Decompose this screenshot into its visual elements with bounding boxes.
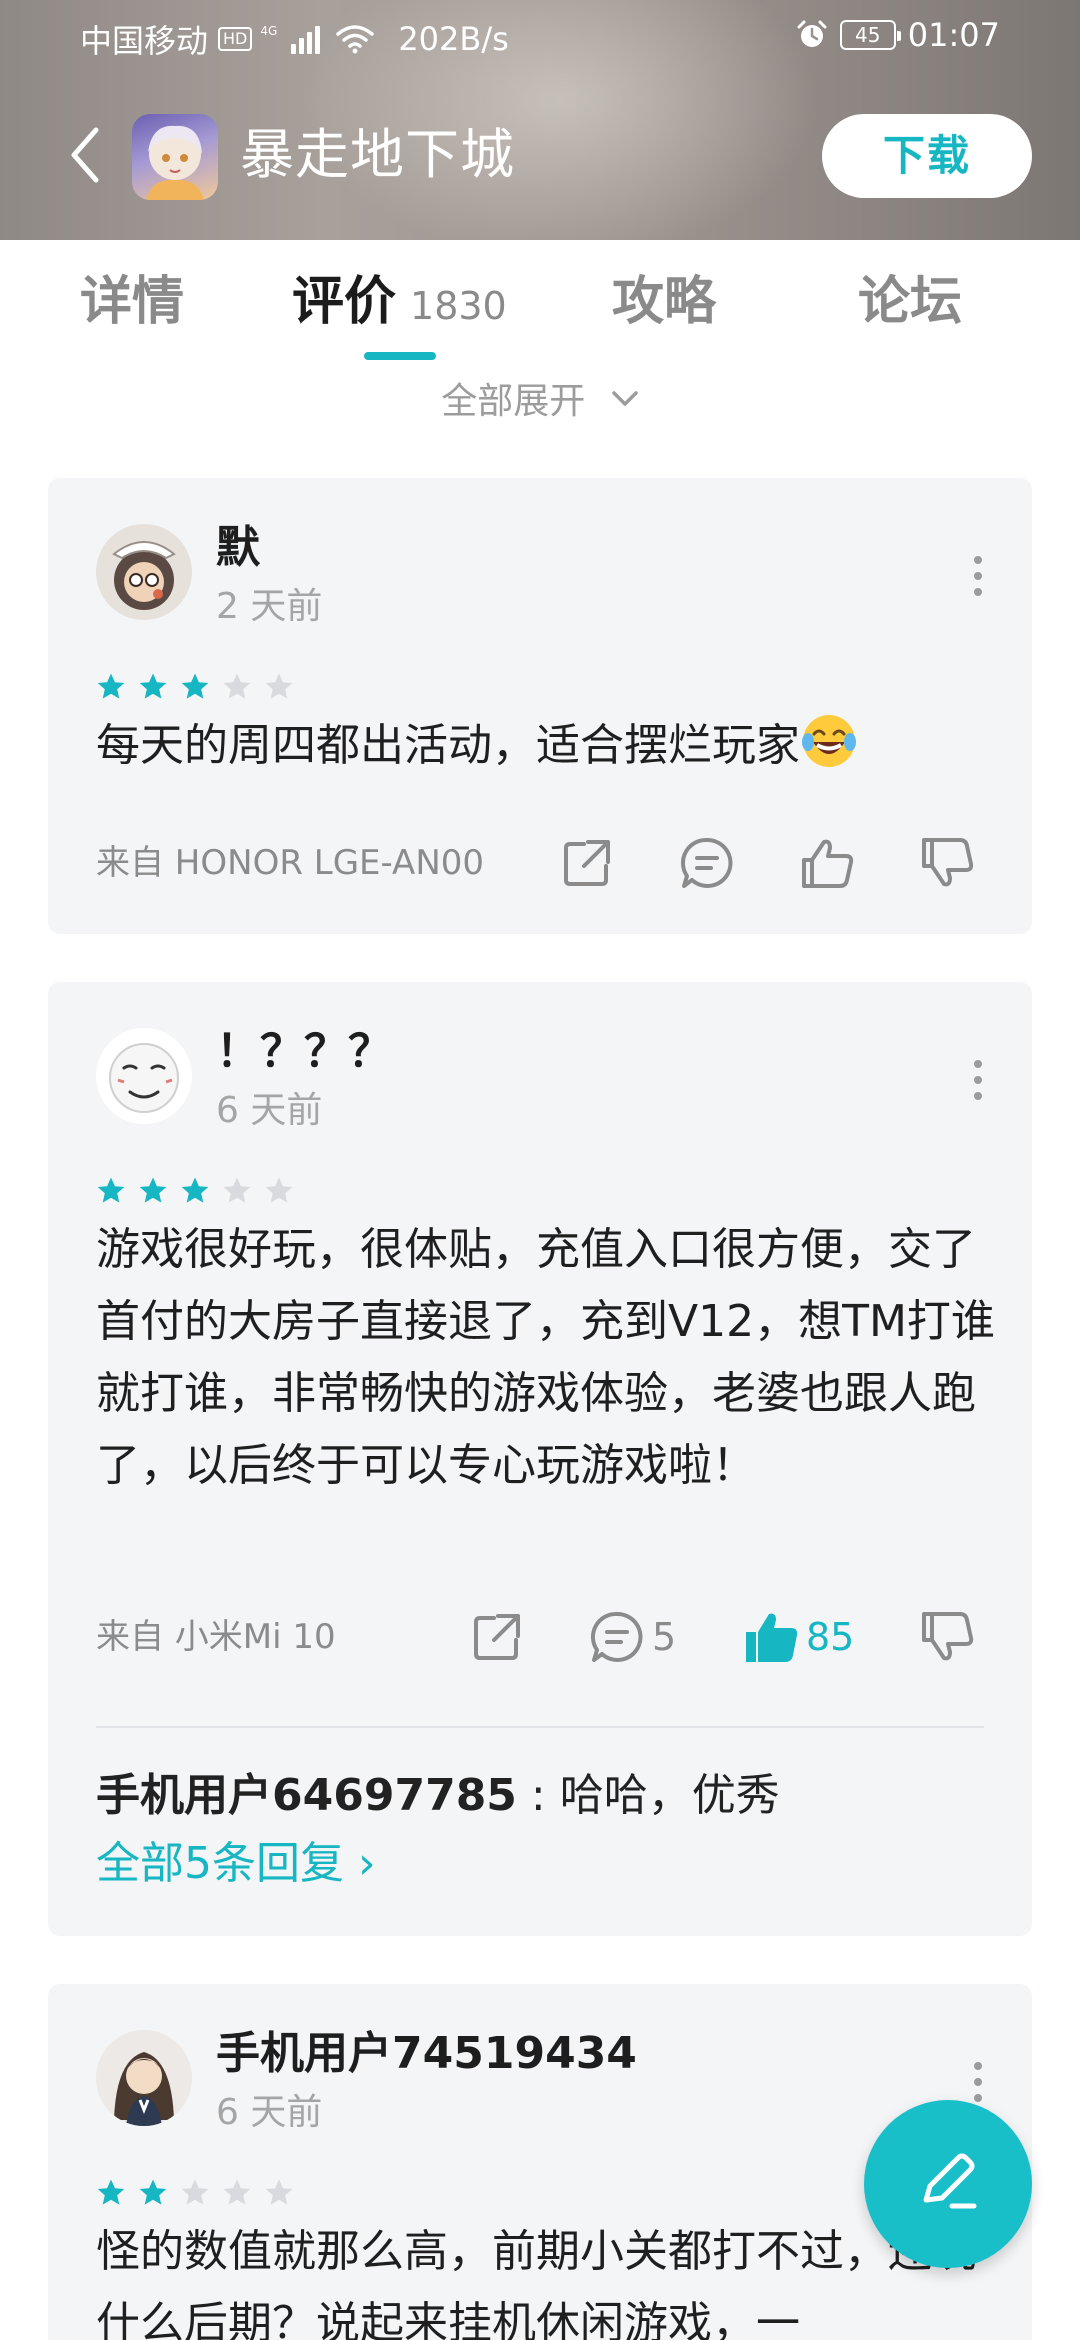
back-arrow-icon [71,127,99,183]
rating-stars [96,672,294,702]
star-empty-icon [265,2179,293,2205]
write-review-button[interactable] [864,2100,1032,2268]
review-text[interactable]: 游戏很好玩，很体贴，充值入口很方便，交了首付的大房子直接退了，充到V12，想TM… [96,1214,996,1502]
share-button[interactable] [558,834,616,892]
star-filled-icon [181,673,209,699]
tab-bar: 详情 评价 1830 攻略 论坛 [0,240,1080,370]
share-icon [564,840,610,886]
download-button[interactable]: 下载 [822,114,1032,198]
review-text[interactable]: 怪的数值就那么高，前期小关都打不过，还玩什么后期？说起来挂机休闲游戏，一 [96,2216,996,2340]
pen-icon [923,2153,977,2209]
star-filled-icon [139,1177,167,1203]
comment-button[interactable]: 5 [588,1608,676,1666]
app-screen: 中国移动 HD 4G 202B/s 45 01:07 暴走地下城 下载 详情 评… [0,0,1080,2340]
thumbs-up-icon [802,839,854,888]
reply-preview[interactable]: 手机用户64697785 : 哈哈，优秀 [96,1766,780,1826]
network-speed: 202B/s [398,20,509,58]
carrier-label: 中国移动 [80,22,209,60]
comment-count: 5 [652,1615,677,1659]
header: 中国移动 HD 4G 202B/s 45 01:07 暴走地下城 下载 [0,0,1080,240]
network-type: 4G [260,24,278,38]
username[interactable]: 手机用户74519434 [216,2026,637,2082]
username[interactable]: 默 [216,520,260,576]
avatar[interactable] [96,2030,192,2126]
username[interactable]: ！？？？ [216,1024,392,1080]
reply-text: 哈哈，优秀 [559,1770,780,1821]
back-button[interactable] [60,122,110,188]
review-card: ！？？？ 6 天前 游戏很好玩，很体贴，充值入口很方便，交了首付的大房子直接退了… [48,982,1032,1936]
wifi-icon [336,25,375,54]
expand-all-button[interactable]: 全部展开 [0,374,1080,430]
tab-reviews-label: 评价 [292,272,397,332]
review-time: 6 天前 [216,1090,323,1131]
star-filled-icon [181,1177,209,1203]
star-empty-icon [223,1177,251,1203]
status-bar: 中国移动 HD 4G 202B/s 45 01:07 [0,0,1080,72]
alarm-icon [797,20,827,47]
star-empty-icon [181,2179,209,2205]
avatar[interactable] [96,524,192,620]
device-info: 来自 小米Mi 10 [96,1617,336,1657]
more-options-button[interactable] [968,2062,988,2102]
dislike-button[interactable] [918,834,976,892]
review-text[interactable]: 每天的周四都出活动，适合摆烂玩家 [96,710,996,782]
divider [96,1726,984,1728]
dislike-button[interactable] [918,1608,976,1666]
app-bar: 暴走地下城 下载 [0,100,1080,210]
star-filled-icon [97,2179,125,2205]
app-icon [132,114,218,200]
active-tab-indicator [364,352,436,360]
star-filled-icon [139,2179,167,2205]
device-info: 来自 HONOR LGE-AN00 [96,843,485,883]
tab-forum[interactable]: 论坛 [858,270,962,334]
like-button[interactable] [798,834,862,892]
signal-icon [291,24,321,54]
like-button[interactable]: 85 [742,1608,854,1666]
comment-icon [681,837,733,888]
star-filled-icon [97,1177,125,1203]
review-text-content: 每天的周四都出活动，适合摆烂玩家 [96,720,800,771]
app-title: 暴走地下城 [240,123,515,186]
review-time: 6 天前 [216,2092,323,2133]
star-empty-icon [265,1177,293,1203]
share-button[interactable] [468,1608,526,1666]
review-time: 2 天前 [216,586,323,627]
star-filled-icon [139,673,167,699]
tab-details[interactable]: 详情 [80,270,184,334]
thumbs-down-icon [922,1612,974,1661]
comment-button[interactable] [678,834,742,892]
tab-guides[interactable]: 攻略 [612,270,716,334]
tab-reviews[interactable]: 评价 1830 [292,270,507,338]
comment-icon [591,1611,643,1662]
avatar[interactable] [96,1028,192,1124]
laughing-tears-emoji-icon [802,715,856,767]
star-empty-icon [223,673,251,699]
all-replies-link[interactable]: 全部5条回复 › [96,1834,376,1894]
like-count: 85 [806,1615,855,1659]
review-count: 1830 [410,284,507,328]
reply-separator: : [516,1770,560,1821]
rating-stars [96,2178,294,2208]
expand-all-label: 全部展开 [441,381,586,422]
rating-stars [96,1176,294,1206]
hd-badge: HD [218,27,253,51]
more-options-button[interactable] [968,1060,988,1100]
battery-icon: 45 [839,20,901,50]
thumbs-down-icon [922,838,974,887]
star-filled-icon [97,673,125,699]
reply-username: 手机用户64697785 [96,1770,517,1821]
more-options-button[interactable] [968,556,988,596]
review-card: 默 2 天前 每天的周四都出活动，适合摆烂玩家 来自 HONOR LGE-AN0… [48,478,1032,934]
chevron-down-icon [611,391,638,406]
thumbs-up-filled-icon [746,1613,798,1662]
star-empty-icon [223,2179,251,2205]
clock: 01:07 [907,16,1000,54]
star-empty-icon [265,673,293,699]
share-icon [474,1614,520,1660]
